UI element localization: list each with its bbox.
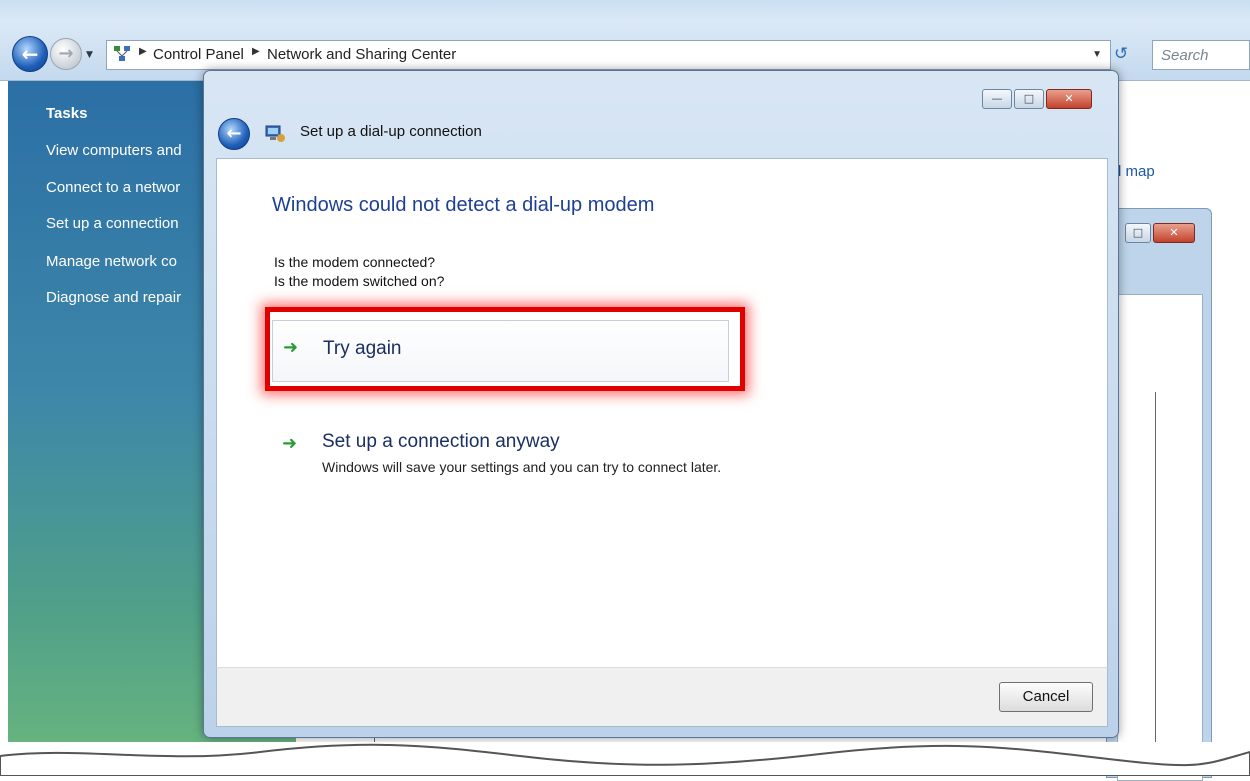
breadcrumb-separator-icon[interactable]: ▶ (139, 46, 147, 57)
dialog-content: Windows could not detect a dial-up modem… (216, 158, 1108, 667)
question-connected: Is the modem connected? (274, 254, 436, 270)
minimize-icon[interactable]: — (982, 89, 1012, 109)
dialog-heading: Windows could not detect a dial-up modem (272, 194, 655, 216)
maximize-icon[interactable]: □ (1014, 89, 1044, 109)
setup-anyway-option[interactable]: ➜ Set up a connection anyway Windows wil… (272, 429, 742, 489)
top-strip (0, 0, 1250, 22)
back-button[interactable]: ← (12, 36, 48, 72)
question-switched-on: Is the modem switched on? (274, 273, 445, 289)
forward-button[interactable]: → (50, 38, 82, 70)
torn-edge (0, 742, 1250, 776)
forward-arrow-icon: → (58, 43, 74, 64)
sidebar-item-manage-network[interactable]: Manage network co (46, 253, 177, 270)
breadcrumb-control-panel[interactable]: Control Panel (153, 46, 244, 63)
breadcrumb-separator-icon[interactable]: ▶ (252, 46, 260, 57)
search-input[interactable]: Search (1152, 40, 1250, 70)
network-icon (114, 46, 130, 61)
sidebar-item-setup-connection[interactable]: Set up a connection (46, 215, 179, 232)
dialup-dialog: — □ ✕ ← Set up a dial-up connection Wind… (203, 70, 1119, 738)
refresh-icon[interactable]: ↺ (1114, 44, 1128, 64)
red-highlight-box (265, 307, 745, 391)
green-arrow-icon: ➜ (282, 433, 298, 454)
close-icon[interactable]: ✕ (1153, 223, 1195, 243)
dialup-connection-icon (265, 125, 285, 142)
setup-anyway-label: Set up a connection anyway (322, 431, 560, 452)
recent-pages-dropdown-icon[interactable]: ▼ (86, 50, 93, 60)
setup-anyway-description: Windows will save your settings and you … (322, 459, 722, 475)
sidebar-item-view-computers[interactable]: View computers and (46, 142, 182, 159)
sidebar-item-connect-network[interactable]: Connect to a networ (46, 179, 180, 196)
dialog-back-button[interactable]: ← (218, 118, 250, 150)
back-arrow-icon: ← (226, 123, 242, 144)
address-bar[interactable]: ▶ Control Panel ▶ Network and Sharing Ce… (106, 40, 1111, 70)
breadcrumb-network-sharing-center[interactable]: Network and Sharing Center (267, 46, 456, 63)
full-map-link[interactable]: l map (1118, 163, 1155, 180)
maximize-icon[interactable]: □ (1125, 223, 1151, 243)
close-icon[interactable]: ✕ (1046, 89, 1092, 109)
search-placeholder: Search (1161, 47, 1209, 64)
cancel-button[interactable]: Cancel (999, 682, 1093, 712)
sidebar-item-diagnose-repair[interactable]: Diagnose and repair (46, 289, 181, 306)
dialog-title: Set up a dial-up connection (300, 123, 482, 140)
back-arrow-icon: ← (21, 42, 39, 66)
dialog-footer: Cancel (216, 667, 1108, 727)
sidebar-heading: Tasks (46, 105, 88, 122)
address-dropdown-icon[interactable]: ▼ (1092, 49, 1102, 60)
